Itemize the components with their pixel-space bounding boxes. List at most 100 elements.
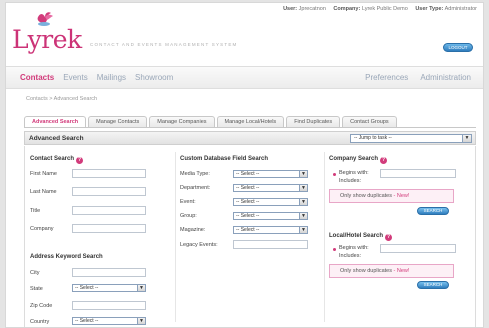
app-window: User: Jprecatnon Company: Lyrek Public D… — [5, 2, 484, 328]
chevron-down-icon[interactable]: ▼ — [137, 318, 145, 324]
company-label: Company — [30, 226, 54, 232]
chevron-down-icon[interactable]: ▼ — [299, 213, 307, 219]
panel-title: Advanced Search — [29, 135, 84, 142]
local-includes-label: Includes: — [339, 253, 362, 259]
company-dup-text: Only show duplicates — [340, 193, 392, 199]
city-label: City — [30, 270, 40, 276]
address-search-heading: Address Keyword Search — [30, 254, 103, 260]
zip-code-field[interactable] — [72, 301, 146, 310]
company-value: Lyrek Public Demo — [361, 6, 408, 12]
local-dup-text: Only show duplicates — [340, 268, 392, 274]
user-label: User: — [283, 6, 298, 12]
tab-bar: Advanced Search Manage Contacts Manage C… — [24, 116, 399, 127]
tab-divider — [24, 127, 476, 128]
group-select[interactable]: -- Select -- ▼ — [233, 212, 308, 220]
contact-search-title: Contact Search — [30, 156, 75, 162]
last-name-field[interactable] — [72, 187, 146, 196]
custom-search-heading: Custom Database Field Search — [180, 156, 269, 162]
nav-preferences[interactable]: Preferences — [365, 73, 408, 82]
company-duplicates-option[interactable]: Only show duplicates - New! — [329, 189, 454, 203]
nav-mailings[interactable]: Mailings — [97, 73, 126, 82]
logo-wordmark: Lyrek — [12, 25, 82, 54]
nav-showroom[interactable]: Showroom — [135, 73, 173, 82]
chevron-down-icon[interactable]: ▼ — [299, 185, 307, 191]
company-includes-label: Includes: — [339, 178, 362, 184]
group-label: Group: — [180, 213, 197, 219]
help-icon[interactable]: ? — [76, 157, 84, 164]
event-select[interactable]: -- Select -- ▼ — [233, 198, 308, 206]
chevron-down-icon[interactable]: ▼ — [137, 285, 145, 291]
company-dup-new-badge: - New! — [393, 193, 410, 199]
last-name-label: Last Name — [30, 189, 57, 195]
media-type-value: -- Select -- — [236, 171, 260, 177]
chevron-down-icon[interactable]: ▼ — [299, 227, 307, 233]
nav-administration[interactable]: Administration — [420, 73, 471, 82]
help-icon[interactable]: ? — [385, 234, 393, 241]
state-select[interactable]: -- Select -- ▼ — [72, 284, 146, 292]
local-dup-new-badge: - New! — [393, 268, 410, 274]
tab-advanced-search[interactable]: Advanced Search — [24, 116, 87, 127]
jump-select-value: -- Jump to task -- — [354, 135, 392, 141]
first-name-label: First Name — [30, 171, 57, 177]
user-type-value: Administrator — [444, 6, 477, 12]
legacy-events-label: Legacy Events: — [180, 242, 218, 248]
magazine-select[interactable]: -- Select -- ▼ — [233, 226, 308, 234]
company-search-title: Company Search — [329, 156, 379, 162]
user-type-label: User Type: — [415, 6, 444, 12]
tab-manage-local-hotels[interactable]: Manage Local/Hotels — [216, 116, 285, 127]
user-value: Jprecatnon — [298, 6, 326, 12]
lyrek-logo[interactable]: Lyrek — [12, 11, 84, 55]
company-search-button[interactable]: SEARCH — [417, 207, 449, 215]
tab-find-duplicates[interactable]: Find Duplicates — [286, 116, 341, 127]
nav-left: Contacts Events Mailings Showroom — [20, 73, 173, 82]
group-value: -- Select -- — [236, 213, 260, 219]
tab-manage-companies[interactable]: Manage Companies — [149, 116, 215, 127]
company-search-heading: Company Search? — [329, 156, 388, 164]
local-search-field[interactable] — [380, 244, 456, 253]
zip-code-label: Zip Code — [30, 303, 53, 309]
state-select-value: -- Select -- — [75, 285, 99, 291]
department-select[interactable]: -- Select -- ▼ — [233, 184, 308, 192]
nav-events[interactable]: Events — [63, 73, 87, 82]
help-icon[interactable]: ? — [380, 157, 388, 164]
chevron-down-icon[interactable]: ▼ — [299, 171, 307, 177]
local-search-title: Local/Hotel Search — [329, 233, 384, 239]
begins-with-radio[interactable] — [333, 173, 336, 176]
chevron-down-icon[interactable]: ▼ — [299, 199, 307, 205]
legacy-events-field[interactable] — [233, 240, 308, 249]
user-info-bar: User: Jprecatnon Company: Lyrek Public D… — [277, 6, 477, 12]
media-type-select[interactable]: -- Select -- ▼ — [233, 170, 308, 178]
state-label: State — [30, 286, 43, 292]
local-search-button[interactable]: SEARCH — [417, 281, 449, 289]
breadcrumb[interactable]: Contacts > Advanced Search — [26, 96, 97, 102]
city-field[interactable] — [72, 268, 146, 277]
panel-header: Advanced Search -- Jump to task -- ▼ — [24, 131, 476, 145]
country-select-value: -- Select -- — [75, 318, 99, 324]
nav-contacts[interactable]: Contacts — [20, 73, 54, 82]
media-type-label: Media Type: — [180, 171, 210, 177]
tab-manage-contacts[interactable]: Manage Contacts — [88, 116, 148, 127]
local-search-heading: Local/Hotel Search? — [329, 233, 393, 241]
department-label: Department: — [180, 185, 211, 191]
company-label: Company: — [333, 6, 361, 12]
country-label: Country — [30, 319, 50, 325]
search-panel: Contact Search? First Name Last Name Tit… — [24, 146, 476, 327]
event-label: Event: — [180, 199, 196, 205]
department-value: -- Select -- — [236, 185, 260, 191]
logout-button[interactable]: LOGOUT — [443, 43, 473, 52]
title-field[interactable] — [72, 206, 146, 215]
magazine-value: -- Select -- — [236, 227, 260, 233]
main-nav: Contacts Events Mailings Showroom Prefer… — [6, 66, 483, 89]
local-duplicates-option[interactable]: Only show duplicates - New! — [329, 264, 454, 278]
company-field[interactable] — [72, 224, 146, 233]
country-select[interactable]: -- Select -- ▼ — [72, 317, 146, 325]
tagline: CONTACT AND EVENTS MANAGEMENT SYSTEM — [90, 42, 238, 47]
company-search-field[interactable] — [380, 169, 456, 178]
jump-to-task-select[interactable]: -- Jump to task -- ▼ — [350, 134, 472, 143]
begins-with-radio[interactable] — [333, 248, 336, 251]
column-divider — [324, 152, 325, 322]
tab-contact-groups[interactable]: Contact Groups — [342, 116, 397, 127]
chevron-down-icon[interactable]: ▼ — [462, 135, 471, 142]
first-name-field[interactable] — [72, 169, 146, 178]
contact-search-heading: Contact Search? — [30, 156, 84, 164]
